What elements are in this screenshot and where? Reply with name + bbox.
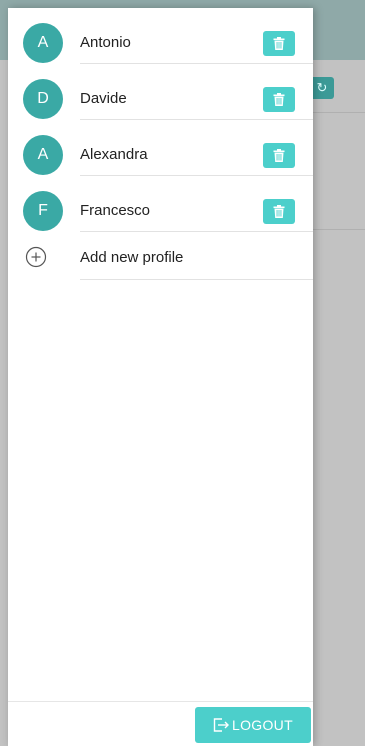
profile-name: Francesco [80,202,151,219]
background-divider [313,112,365,113]
profile-name: Alexandra [80,146,148,163]
profile-item-davide[interactable]: D Davide [8,64,313,120]
divider [80,279,313,280]
profile-item-antonio[interactable]: A Antonio [8,8,313,64]
profile-list: A Antonio D Davide A Alexandra F Frances… [8,8,313,232]
drawer-footer: LOGOUT [8,701,313,746]
add-profile-item[interactable]: Add new profile [8,232,313,280]
trash-icon [273,149,285,162]
logout-icon [213,718,230,732]
delete-profile-button[interactable] [263,143,295,168]
trash-icon [273,37,285,50]
avatar: D [23,79,63,119]
delete-profile-button[interactable] [263,31,295,56]
logout-label: LOGOUT [232,717,293,733]
logout-button[interactable]: LOGOUT [195,707,311,743]
add-profile-label: Add new profile [80,249,184,266]
refresh-icon: ↻ [310,77,334,99]
profile-drawer: A Antonio D Davide A Alexandra F Frances… [8,8,313,746]
trash-icon [273,93,285,106]
delete-profile-button[interactable] [263,87,295,112]
profile-name: Davide [80,90,127,107]
background-divider [313,229,365,230]
avatar: A [23,135,63,175]
profile-name: Antonio [80,34,131,51]
avatar: A [23,23,63,63]
avatar: F [23,191,63,231]
trash-icon [273,205,285,218]
profile-item-alexandra[interactable]: A Alexandra [8,120,313,176]
profile-item-francesco[interactable]: F Francesco [8,176,313,232]
delete-profile-button[interactable] [263,199,295,224]
plus-circle-icon [25,246,47,268]
